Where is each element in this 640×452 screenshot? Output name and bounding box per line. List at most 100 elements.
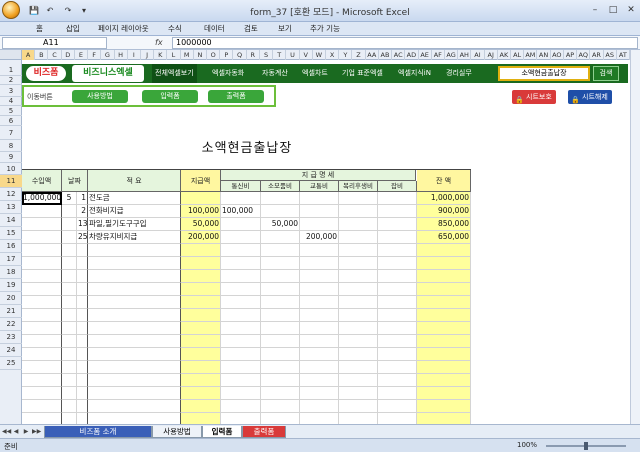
empty-cell[interactable] xyxy=(417,413,471,424)
column-header[interactable]: AR xyxy=(590,50,604,60)
empty-cell[interactable] xyxy=(378,413,417,424)
empty-cell[interactable] xyxy=(378,257,417,270)
column-header[interactable]: W xyxy=(313,50,326,60)
empty-cell[interactable] xyxy=(261,361,300,374)
empty-cell[interactable] xyxy=(378,348,417,361)
empty-cell[interactable] xyxy=(181,374,221,387)
table-cell[interactable]: 차량유지비지급 xyxy=(88,231,181,244)
empty-cell[interactable] xyxy=(22,374,62,387)
column-header[interactable]: Q xyxy=(233,50,247,60)
tab-input-form[interactable]: 입력폼 xyxy=(202,426,242,438)
empty-cell[interactable] xyxy=(221,270,261,283)
empty-cell[interactable] xyxy=(339,374,378,387)
empty-cell[interactable] xyxy=(261,348,300,361)
tab-page-layout[interactable]: 페이지 레이아웃 xyxy=(98,23,149,35)
empty-cell[interactable] xyxy=(221,387,261,400)
empty-cell[interactable] xyxy=(77,309,88,322)
column-header[interactable]: R xyxy=(247,50,260,60)
row-header[interactable]: 13 xyxy=(0,201,22,214)
empty-cell[interactable] xyxy=(181,322,221,335)
table-cell[interactable] xyxy=(378,218,417,231)
column-header[interactable]: AT xyxy=(617,50,630,60)
row-header[interactable]: 9 xyxy=(0,152,22,163)
empty-cell[interactable] xyxy=(77,361,88,374)
table-cell[interactable]: 13 xyxy=(77,218,88,231)
empty-cell[interactable] xyxy=(77,270,88,283)
column-header[interactable]: B xyxy=(35,50,49,60)
column-header[interactable]: AJ xyxy=(485,50,498,60)
empty-cell[interactable] xyxy=(339,335,378,348)
search-button[interactable]: 검색 xyxy=(593,66,619,81)
unprotect-sheet-button[interactable]: 🔒 시트해제 xyxy=(568,90,612,104)
empty-cell[interactable] xyxy=(417,374,471,387)
column-header[interactable]: G xyxy=(101,50,115,60)
menu-excel-automation[interactable]: 엑셀자동화 xyxy=(212,64,244,83)
column-header[interactable]: AM xyxy=(524,50,538,60)
empty-cell[interactable] xyxy=(62,348,77,361)
business-excel-logo[interactable]: 비즈니스엑셀 xyxy=(72,65,144,82)
empty-cell[interactable] xyxy=(261,387,300,400)
table-cell[interactable] xyxy=(181,192,221,205)
empty-cell[interactable] xyxy=(417,270,471,283)
empty-cell[interactable] xyxy=(417,309,471,322)
minimize-icon[interactable]: – xyxy=(586,3,604,17)
last-sheet-icon[interactable]: ▶▶ xyxy=(32,427,41,437)
row-header[interactable]: 7 xyxy=(0,126,22,140)
empty-cell[interactable] xyxy=(88,322,181,335)
row-header[interactable]: 19 xyxy=(0,279,22,292)
maximize-icon[interactable]: □ xyxy=(604,3,622,17)
menu-accounting[interactable]: 경리실무 xyxy=(446,64,472,83)
empty-cell[interactable] xyxy=(378,270,417,283)
zoom-thumb[interactable] xyxy=(584,442,588,450)
empty-cell[interactable] xyxy=(261,257,300,270)
empty-cell[interactable] xyxy=(339,244,378,257)
column-header[interactable]: AP xyxy=(564,50,578,60)
empty-cell[interactable] xyxy=(62,296,77,309)
tab-formulas[interactable]: 수식 xyxy=(168,23,182,35)
empty-cell[interactable] xyxy=(62,257,77,270)
table-cell[interactable]: 50,000 xyxy=(181,218,221,231)
empty-cell[interactable] xyxy=(261,296,300,309)
empty-cell[interactable] xyxy=(62,387,77,400)
row-header[interactable]: 14 xyxy=(0,214,22,227)
column-header[interactable]: AH xyxy=(458,50,472,60)
empty-cell[interactable] xyxy=(221,348,261,361)
menu-excel-knowledge[interactable]: 엑셀지식iN xyxy=(398,64,431,83)
empty-cell[interactable] xyxy=(62,270,77,283)
empty-cell[interactable] xyxy=(88,361,181,374)
empty-cell[interactable] xyxy=(378,361,417,374)
empty-cell[interactable] xyxy=(221,374,261,387)
empty-cell[interactable] xyxy=(77,413,88,424)
empty-cell[interactable] xyxy=(417,335,471,348)
table-cell[interactable]: 전화비지급 xyxy=(88,205,181,218)
empty-cell[interactable] xyxy=(261,244,300,257)
row-header[interactable]: 23 xyxy=(0,331,22,344)
tab-bizform-intro[interactable]: 비즈폼 소개 xyxy=(44,426,152,438)
empty-cell[interactable] xyxy=(300,244,339,257)
save-icon[interactable]: 💾 xyxy=(28,5,40,16)
column-header[interactable]: N xyxy=(194,50,208,60)
empty-cell[interactable] xyxy=(300,335,339,348)
empty-cell[interactable] xyxy=(417,400,471,413)
empty-cell[interactable] xyxy=(62,335,77,348)
fx-icon[interactable]: fx xyxy=(155,37,169,49)
empty-cell[interactable] xyxy=(300,374,339,387)
empty-cell[interactable] xyxy=(300,309,339,322)
empty-cell[interactable] xyxy=(62,374,77,387)
table-cell[interactable] xyxy=(22,231,62,244)
row-header[interactable]: 22 xyxy=(0,318,22,331)
table-cell[interactable] xyxy=(221,218,261,231)
empty-cell[interactable] xyxy=(181,361,221,374)
empty-cell[interactable] xyxy=(62,400,77,413)
sheet-area[interactable]: 비즈폼 비즈니스엑셀 전체엑셀보기 엑셀자동화 자동계산 엑셀차트 기업 표준엑… xyxy=(22,60,630,424)
column-header[interactable]: AE xyxy=(419,50,432,60)
empty-cell[interactable] xyxy=(22,257,62,270)
empty-cell[interactable] xyxy=(221,309,261,322)
empty-cell[interactable] xyxy=(378,387,417,400)
table-cell[interactable] xyxy=(261,205,300,218)
table-cell[interactable]: 파일,필기도구구입 xyxy=(88,218,181,231)
column-header[interactable]: H xyxy=(115,50,128,60)
empty-cell[interactable] xyxy=(62,322,77,335)
empty-cell[interactable] xyxy=(77,283,88,296)
column-header[interactable]: Y xyxy=(339,50,353,60)
